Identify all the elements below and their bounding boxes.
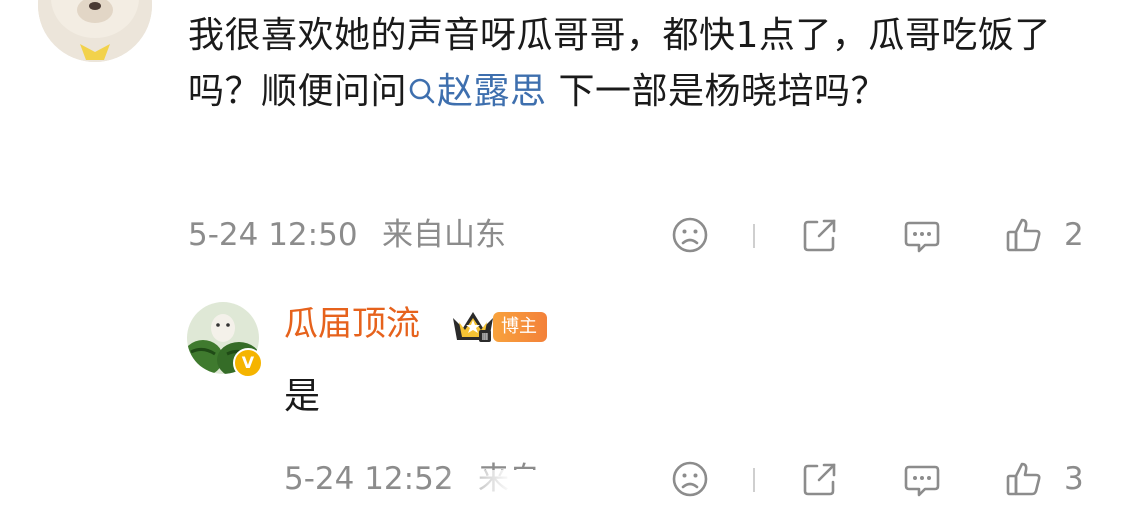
commenter-avatar[interactable]: [38, 0, 152, 62]
reply-time: 5-24 12:52: [284, 461, 454, 497]
frown-emoji-icon[interactable]: [670, 215, 710, 255]
share-icon[interactable]: [800, 459, 840, 499]
topic-label: 赵露思: [437, 71, 547, 112]
meta-divider: [753, 468, 755, 492]
like-count: 3: [1064, 461, 1084, 497]
reply-author-name[interactable]: 瓜届顶流: [284, 302, 420, 346]
comment-text: 我很喜欢她的声音呀瓜哥哥，都快1点了，瓜哥吃饭了吗？顺便问问 赵露思 下一部是杨晓…: [188, 8, 1088, 122]
crown-level-icon: Ⅲ: [449, 308, 497, 346]
reply-meta-row: 5-24 12:52 来自 3: [284, 458, 1098, 500]
like-count: 2: [1064, 217, 1084, 253]
frown-emoji-icon[interactable]: [670, 459, 710, 499]
reply-text: 是: [284, 376, 321, 417]
verified-badge-icon: V: [233, 348, 263, 378]
comment-location: 来自山东: [382, 217, 506, 253]
comment-text-after: 下一部是杨晓培吗？: [546, 71, 887, 112]
topic-link[interactable]: 赵露思: [407, 71, 547, 112]
svg-text:Ⅲ: Ⅲ: [482, 332, 489, 343]
bear-avatar-image: [38, 0, 152, 62]
blogger-badge: 博主: [493, 312, 547, 342]
comment-meta-row: 5-24 12:50 来自山东 2: [188, 214, 1098, 256]
like-icon[interactable]: [1004, 215, 1044, 255]
share-icon[interactable]: [800, 215, 840, 255]
comment-time: 5-24 12:50: [188, 217, 358, 253]
search-icon: [407, 76, 437, 111]
like-icon[interactable]: [1004, 459, 1044, 499]
meta-divider: [753, 224, 755, 248]
bottom-fade-overlay: [440, 470, 620, 530]
comment-icon[interactable]: [902, 459, 942, 499]
comment-icon[interactable]: [902, 215, 942, 255]
